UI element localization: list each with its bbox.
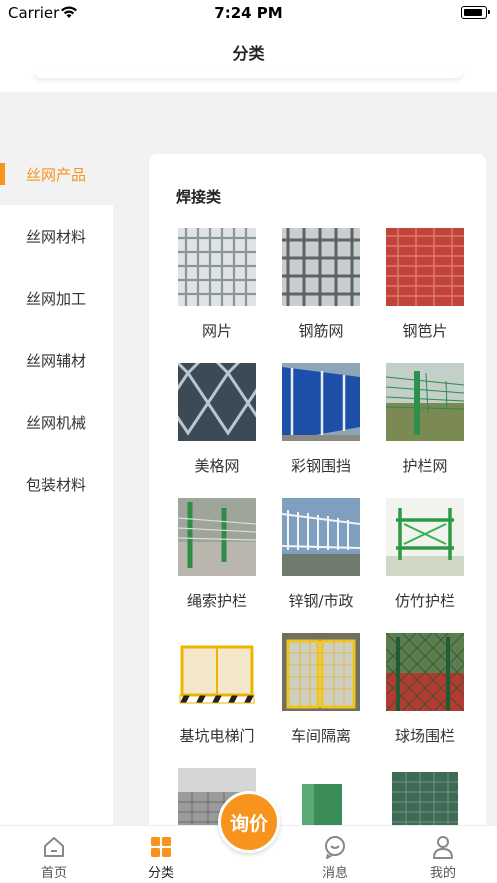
product-item[interactable]: 仿竹护栏 (373, 498, 477, 633)
product-item[interactable]: 护栏网 (373, 363, 477, 498)
tab-label: 首页 (40, 866, 67, 881)
zinc-steel-fence-image (282, 498, 360, 576)
steel-pallet-mesh-image (386, 228, 464, 306)
color-steel-hoarding-image (282, 363, 360, 441)
product-label: 锌钢/市政 (288, 592, 354, 610)
category-sidebar: 丝网产品 丝网材料 丝网加工 丝网辅材 丝网机械 包装材料 (0, 143, 113, 515)
product-label: 基坑电梯门 (179, 727, 255, 745)
sidebar-item-label: 包装材料 (26, 475, 87, 494)
tab-profile[interactable]: 我的 (413, 834, 473, 881)
product-label: 网片 (201, 322, 232, 340)
product-item[interactable]: 网片 (165, 228, 269, 363)
profile-icon (433, 836, 453, 859)
sidebar-item-wire-mesh-accessories[interactable]: 丝网辅材 (0, 329, 113, 391)
product-item[interactable]: 基坑电梯门 (165, 633, 269, 768)
rebar-mesh-image (282, 228, 360, 306)
nav-divider (34, 70, 463, 78)
battery-icon (461, 6, 490, 19)
product-label: 钢筋网 (298, 322, 344, 340)
product-grid: 网片 钢筋网 钢笆片 美格网 彩钢围挡 护栏网 绳索护栏 锌钢/市政 仿竹护栏 … (165, 228, 479, 854)
home-icon (44, 837, 64, 857)
sidebar-item-label: 丝网辅材 (26, 351, 87, 370)
sidebar-item-wire-mesh-processing[interactable]: 丝网加工 (0, 267, 113, 329)
sidebar-item-label: 丝网产品 (26, 165, 87, 184)
inquiry-button[interactable]: 询价 (218, 791, 280, 853)
product-label: 绳索护栏 (186, 592, 247, 610)
page-title: 分类 (232, 44, 265, 63)
product-item[interactable]: 钢笆片 (373, 228, 477, 363)
welded-mesh-panel-image (178, 228, 256, 306)
sidebar-item-label: 丝网机械 (26, 413, 87, 432)
sidebar-item-packaging-materials[interactable]: 包装材料 (0, 453, 113, 515)
tab-label: 我的 (429, 866, 456, 881)
guardrail-mesh-image (386, 363, 464, 441)
product-content-card: 焊接类 网片 钢筋网 钢笆片 美格网 彩钢围挡 护栏网 绳索护栏 锌钢/市政 仿… (149, 154, 486, 854)
sidebar-item-wire-mesh-products[interactable]: 丝网产品 (0, 143, 113, 205)
message-icon (325, 836, 345, 859)
clock: 7:24 PM (214, 4, 283, 22)
product-label: 钢笆片 (402, 322, 448, 340)
bamboo-style-fence-image (386, 498, 464, 576)
product-item[interactable]: 钢筋网 (269, 228, 373, 363)
tab-label: 消息 (321, 866, 348, 881)
sidebar-item-label: 丝网材料 (26, 227, 87, 246)
screen: { "status_bar": {"carrier": "Carrier", "… (0, 0, 497, 883)
product-item[interactable]: 绳索护栏 (165, 498, 269, 633)
product-label: 球场围栏 (394, 727, 455, 745)
sidebar-item-wire-mesh-machinery[interactable]: 丝网机械 (0, 391, 113, 453)
product-label: 车间隔离 (290, 727, 351, 745)
diamond-mesh-image (178, 363, 256, 441)
sidebar-item-wire-mesh-materials[interactable]: 丝网材料 (0, 205, 113, 267)
product-label: 彩钢围挡 (290, 457, 351, 475)
tab-home[interactable]: 首页 (24, 834, 84, 881)
product-label: 仿竹护栏 (394, 592, 455, 610)
section-title: 焊接类 (176, 188, 222, 206)
nav-bar: 分类 (0, 26, 497, 92)
sidebar-item-label: 丝网加工 (26, 289, 87, 308)
status-bar: Carrier 7:24 PM (0, 0, 497, 26)
tab-category[interactable]: 分类 (131, 834, 191, 881)
product-item[interactable]: 球场围栏 (373, 633, 477, 768)
product-label: 美格网 (194, 457, 240, 475)
tab-messages[interactable]: 消息 (305, 834, 365, 881)
category-icon (151, 837, 171, 857)
tab-label: 分类 (147, 866, 174, 881)
workshop-partition-image (282, 633, 360, 711)
product-item[interactable]: 美格网 (165, 363, 269, 498)
product-item[interactable]: 锌钢/市政 (269, 498, 373, 633)
court-fence-image (386, 633, 464, 711)
product-label: 护栏网 (402, 457, 448, 475)
product-item[interactable]: 车间隔离 (269, 633, 373, 768)
product-item[interactable]: 彩钢围挡 (269, 363, 373, 498)
pit-elevator-door-image (178, 633, 256, 711)
rope-guardrail-image (178, 498, 256, 576)
